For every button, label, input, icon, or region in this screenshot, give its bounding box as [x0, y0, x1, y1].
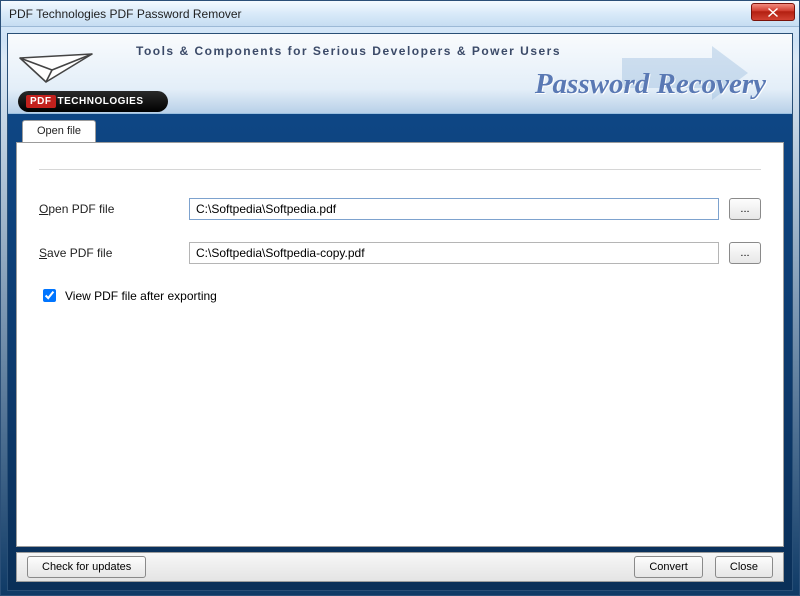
open-pdf-label: Open PDF file	[39, 202, 189, 216]
tabstrip: Open file	[16, 120, 784, 142]
tab-content-open-file: Open PDF file ... Save PDF file ... View…	[16, 142, 784, 547]
window-title: PDF Technologies PDF Password Remover	[9, 7, 242, 21]
paper-plane-icon	[18, 52, 96, 86]
brand-badge-pdf: PDF	[26, 95, 56, 108]
row-save-pdf: Save PDF file ...	[39, 242, 761, 264]
brand-badge-rest: TECHNOLOGIES	[58, 96, 144, 107]
close-icon	[768, 8, 778, 17]
separator	[39, 169, 761, 170]
banner-tagline: Tools & Components for Serious Developer…	[136, 44, 561, 58]
tab-open-file[interactable]: Open file	[22, 120, 96, 142]
save-pdf-label: Save PDF file	[39, 246, 189, 260]
browse-open-button[interactable]: ...	[729, 198, 761, 220]
open-pdf-input[interactable]	[189, 198, 719, 220]
app-window: PDF Technologies PDF Password Remover	[0, 0, 800, 596]
row-view-after: View PDF file after exporting	[39, 286, 761, 305]
footer-bar: Check for updates Convert Close	[16, 552, 784, 582]
banner-title: Password Recovery	[535, 68, 766, 101]
close-button[interactable]: Close	[715, 556, 773, 578]
client-area: PDF TECHNOLOGIES Tools & Components for …	[7, 33, 793, 591]
view-after-checkbox[interactable]	[43, 289, 56, 302]
window-close-button[interactable]	[751, 3, 795, 21]
row-open-pdf: Open PDF file ...	[39, 198, 761, 220]
convert-button[interactable]: Convert	[634, 556, 703, 578]
browse-save-button[interactable]: ...	[729, 242, 761, 264]
brand-logo: PDF TECHNOLOGIES	[18, 52, 168, 112]
titlebar: PDF Technologies PDF Password Remover	[1, 1, 799, 27]
save-pdf-input[interactable]	[189, 242, 719, 264]
tab-panel: Open file Open PDF file ... Save PDF fil…	[16, 120, 784, 546]
check-updates-button[interactable]: Check for updates	[27, 556, 146, 578]
brand-badge: PDF TECHNOLOGIES	[18, 91, 168, 112]
banner: PDF TECHNOLOGIES Tools & Components for …	[8, 34, 792, 114]
view-after-label[interactable]: View PDF file after exporting	[65, 289, 217, 303]
